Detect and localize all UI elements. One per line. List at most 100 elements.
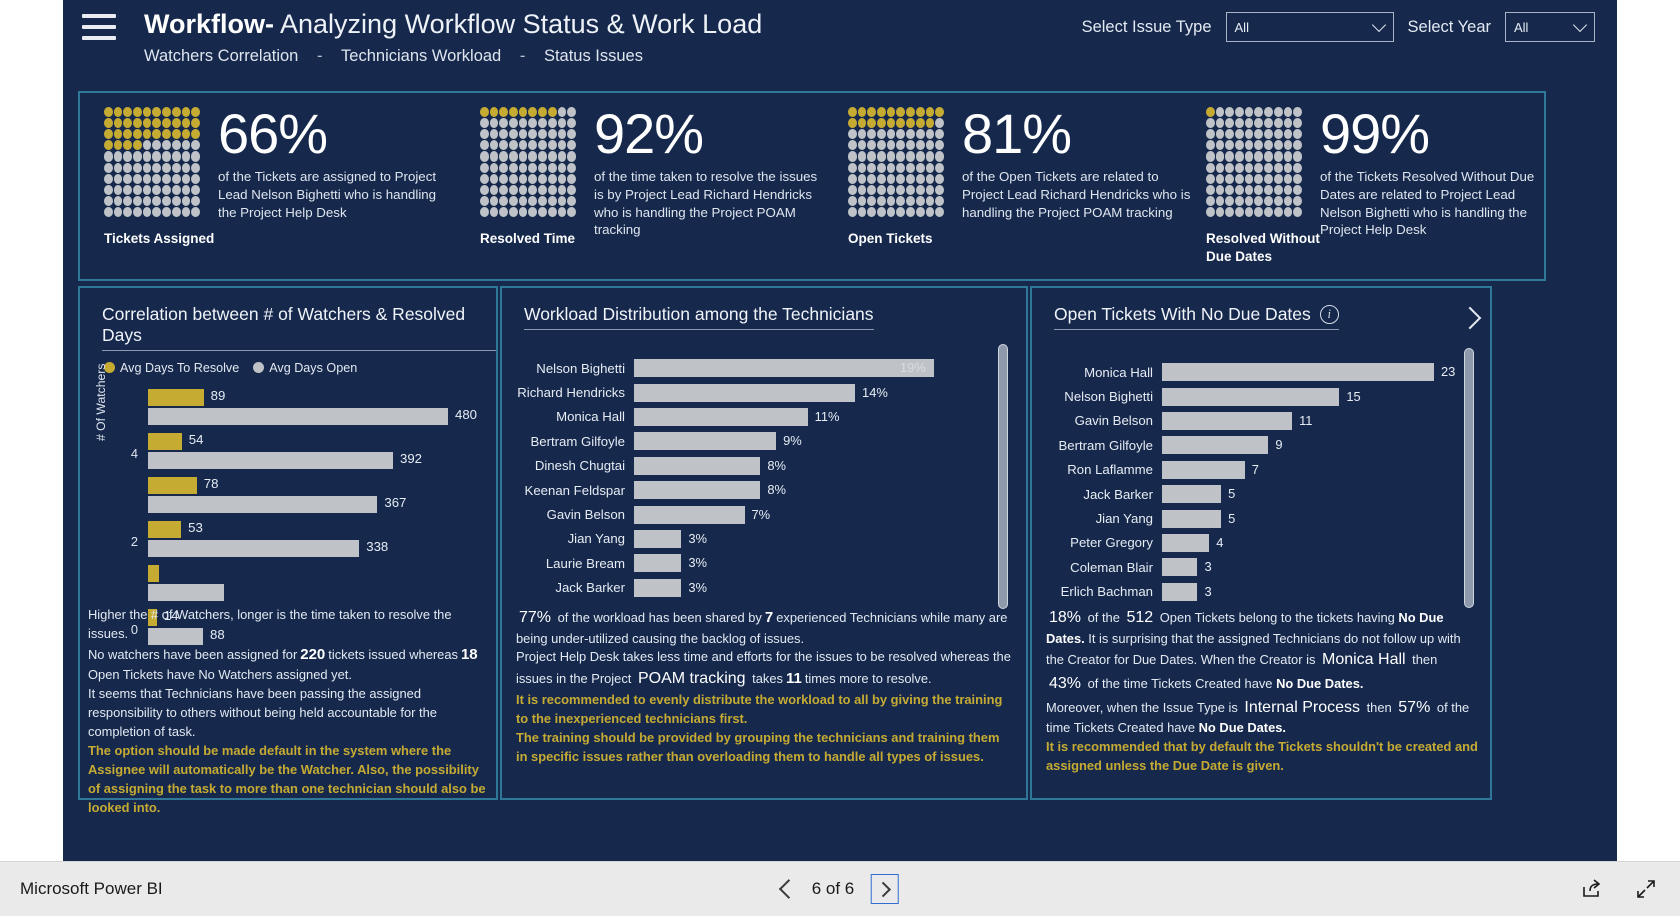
chevron-right-icon[interactable]: [1458, 306, 1482, 330]
bar-row[interactable]: Bertram Gilfoyle 9: [1042, 433, 1442, 457]
bar[interactable]: 89: [148, 388, 488, 406]
fullscreen-icon[interactable]: [1634, 877, 1658, 901]
bar-row[interactable]: Gavin Belson 11: [1042, 409, 1442, 433]
bar-value-label: 480: [455, 407, 478, 422]
bar-track: 7%: [634, 505, 974, 524]
nav-watchers-correlation[interactable]: Watchers Correlation: [144, 47, 298, 66]
bar-row[interactable]: Ron Laflamme 7: [1042, 458, 1442, 482]
waffle-dot: [538, 173, 547, 184]
waffle-dot: [171, 107, 181, 118]
bar[interactable]: 53: [148, 520, 488, 538]
bar-value-label: 15: [1346, 388, 1361, 404]
bar-row[interactable]: Dinesh Chugtai 8%: [514, 454, 974, 478]
bar-row[interactable]: Peter Gregory 4: [1042, 531, 1442, 555]
waffle-dot: [1244, 206, 1254, 217]
nav-status-issues[interactable]: Status Issues: [544, 47, 643, 66]
waffle-dot: [1215, 162, 1225, 173]
info-icon[interactable]: i: [1319, 305, 1339, 324]
bar-row[interactable]: Erlich Bachman 3: [1042, 580, 1442, 604]
waffle-dot: [181, 195, 191, 206]
waffle-dot: [1254, 107, 1264, 118]
bar-row[interactable]: Jian Yang 5: [1042, 506, 1442, 530]
bar-group: [120, 565, 488, 609]
waffle-dot: [1225, 129, 1235, 140]
waffle-dot: [1235, 206, 1244, 217]
panel3-scrollbar-thumb[interactable]: [1464, 348, 1474, 608]
waffle-dot: [567, 173, 576, 184]
waffle-dot: [848, 118, 857, 129]
waffle-dot: [915, 140, 925, 151]
bar-row[interactable]: Gavin Belson 7%: [514, 502, 974, 526]
waffle-dot: [162, 118, 171, 129]
bar[interactable]: [148, 565, 488, 582]
bar-row[interactable]: Monica Hall 11%: [514, 405, 974, 429]
bar-row[interactable]: Laurie Bream 3%: [514, 551, 974, 575]
bar-value-label: 367: [384, 495, 407, 510]
hamburger-menu-icon[interactable]: [82, 14, 116, 40]
waffle-dot: [848, 173, 857, 184]
waffle-dot: [123, 162, 133, 173]
bar-category-label: Gavin Belson: [1074, 413, 1153, 429]
bar-row[interactable]: Bertram Gilfoyle 9%: [514, 429, 974, 453]
year-slicer[interactable]: All: [1505, 12, 1595, 42]
waffle-dot: [886, 129, 896, 140]
waffle-dot: [104, 129, 113, 140]
bar-fill: [1162, 460, 1245, 479]
waffle-dot: [538, 107, 547, 118]
bar-row[interactable]: Jack Barker 3%: [514, 576, 974, 600]
bar-row[interactable]: Keenan Feldspar 8%: [514, 478, 974, 502]
waffle-dot: [509, 151, 518, 162]
waffle-dot: [906, 129, 915, 140]
bar[interactable]: 480: [148, 407, 488, 425]
bar-row[interactable]: Coleman Blair 3: [1042, 555, 1442, 579]
waffle-dot: [1206, 195, 1215, 206]
issue-type-slicer[interactable]: All: [1225, 12, 1394, 42]
bar-row[interactable]: Jian Yang 3%: [514, 527, 974, 551]
bar[interactable]: 78: [148, 476, 488, 494]
waffle-dot: [528, 195, 538, 206]
filters-container: Select Issue Type All Select Year All: [1082, 12, 1595, 42]
bar-row[interactable]: Nelson Bighetti 19%: [514, 356, 974, 380]
bar[interactable]: 54: [148, 432, 488, 450]
waffle-dot: [877, 206, 886, 217]
waffle-dot: [528, 107, 538, 118]
panel2-scrollbar-thumb[interactable]: [998, 344, 1008, 609]
bar[interactable]: 392: [148, 451, 488, 469]
page-title: Workflow- Analyzing Workflow Status & Wo…: [144, 9, 762, 40]
bar[interactable]: 338: [148, 539, 488, 557]
panel2-scrollbar[interactable]: [998, 344, 1008, 609]
bar-row[interactable]: Richard Hendricks 14%: [514, 380, 974, 404]
panel3-l3a: Moreover, when the Issue Type is: [1046, 699, 1238, 715]
waffle-dot: [906, 107, 915, 118]
bar-value-label: 11%: [814, 408, 840, 424]
panel3-narrative-line1: 18% of the 512 Open Tickets belong to th…: [1046, 606, 1478, 696]
bar-row[interactable]: Nelson Bighetti 15: [1042, 384, 1442, 408]
waffle-dot: [480, 107, 489, 118]
waffle-dot: [925, 173, 935, 184]
chevron-left-icon[interactable]: [778, 879, 799, 899]
waffle-dot: [935, 206, 944, 217]
waffle-dot: [925, 162, 935, 173]
next-page-button[interactable]: [870, 874, 899, 904]
bar[interactable]: [148, 584, 488, 601]
bar-category-label: Laurie Bream: [545, 555, 625, 571]
waffle-dot: [528, 206, 538, 217]
nav-technicians-workload[interactable]: Technicians Workload: [341, 47, 501, 66]
panel1-narrative-line2: No watchers have been assigned for 220 tic…: [88, 644, 486, 685]
waffle-dot: [557, 173, 567, 184]
waffle-dot: [915, 206, 925, 217]
waffle-dot: [1235, 118, 1244, 129]
panel2-l1a: of the workload has been shared by: [557, 610, 762, 625]
workload-distribution-chart: Nelson Bighetti 19% Richard Hendricks 14% Mo…: [514, 356, 974, 600]
bar-row[interactable]: Jack Barker 5: [1042, 482, 1442, 506]
panel3-scrollbar[interactable]: [1464, 348, 1474, 608]
bar-row[interactable]: Monica Hall 23: [1042, 360, 1455, 384]
share-icon[interactable]: [1580, 877, 1604, 901]
waffle-dot: [538, 162, 547, 173]
bar-track: 4: [1162, 533, 1442, 552]
waffle-dot: [557, 107, 567, 118]
bar[interactable]: 367: [148, 495, 488, 513]
legend-label-avg-days-to-resolve: Avg Days To Resolve: [120, 361, 240, 375]
waffle-dot: [886, 107, 896, 118]
waffle-dot: [896, 173, 906, 184]
